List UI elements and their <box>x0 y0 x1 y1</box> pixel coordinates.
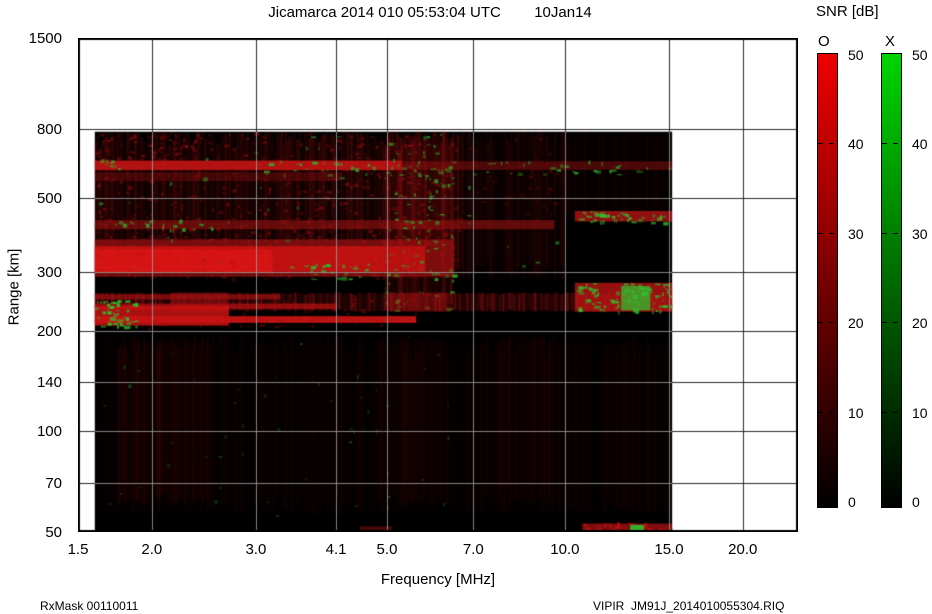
rx-mask-text: RxMask 00110011 <box>40 599 139 613</box>
colorbar-tick-mark <box>818 232 823 234</box>
y-tick-label: 70 <box>45 475 62 493</box>
y-tick-label: 200 <box>36 322 62 340</box>
colorbar-tick-mark <box>818 322 823 324</box>
x-axis-label: Frequency [MHz] <box>380 571 496 588</box>
colorbar-tick-mark <box>893 322 898 324</box>
file-info-text: VIPIR JM91J_2014010055304.RIQ <box>593 599 785 613</box>
colorbar-tick-label: 40 <box>848 136 864 153</box>
colorbar-tick-mark <box>818 411 823 413</box>
colorbar-tick-mark <box>893 411 898 413</box>
colorbar-title: SNR [dB] <box>816 3 879 20</box>
colorbar-o <box>817 53 838 508</box>
colorbar-tick-mark <box>882 322 887 324</box>
colorbar-tick-label: 50 <box>848 47 864 63</box>
colorbar-tick-mark <box>882 411 887 413</box>
x-tick-label: 3.0 <box>245 541 267 558</box>
colorbar-tick-mark <box>893 232 898 234</box>
x-tick-label: 15.0 <box>654 541 684 558</box>
colorbar-tick-label: 40 <box>912 136 928 153</box>
x-tick-label: 7.0 <box>462 541 484 558</box>
x-tick-label: 4.1 <box>325 541 347 558</box>
y-axis-label: Range [km] <box>5 248 23 326</box>
plot-title: Jicamarca 2014 010 05:53:04 UTC 10Jan14 <box>268 4 592 21</box>
y-tick-label: 300 <box>36 263 62 281</box>
colorbar-tick-mark <box>829 143 834 145</box>
y-tick-label: 800 <box>36 121 62 139</box>
colorbar-tick-mark <box>829 232 834 234</box>
x-tick-label: 5.0 <box>376 541 398 558</box>
colorbar-tick-label: 30 <box>848 225 864 242</box>
colorbar-tick-mark <box>882 232 887 234</box>
x-tick-label: 1.5 <box>67 541 89 558</box>
y-tick-label: 500 <box>36 189 62 207</box>
colorbar-tick-label: 50 <box>912 47 928 63</box>
y-tick-label: 1500 <box>28 30 62 47</box>
y-tick-label: 50 <box>45 524 62 541</box>
colorbar-tick-mark <box>882 143 887 145</box>
colorbar-tick-label: 0 <box>848 494 856 510</box>
x-tick-label: 2.0 <box>141 541 163 558</box>
colorbar-tick-mark <box>818 143 823 145</box>
x-tick-label: 20.0 <box>728 541 758 558</box>
y-tick-label: 100 <box>36 423 62 441</box>
colorbar-tick-label: 20 <box>912 315 928 332</box>
colorbar-tick-label: 0 <box>912 494 920 510</box>
x-tick-label: 10.0 <box>550 541 580 558</box>
colorbar-tick-label: 20 <box>848 315 864 332</box>
colorbar-x-label: X <box>885 33 896 50</box>
colorbar-tick-label: 10 <box>848 404 864 421</box>
colorbar-o-label: O <box>818 33 830 50</box>
colorbar-tick-label: 10 <box>912 404 928 421</box>
ionogram-viewer: Jicamarca 2014 010 05:53:04 UTC 10Jan14 … <box>0 0 932 614</box>
colorbar-tick-mark <box>829 411 834 413</box>
colorbar-tick-mark <box>829 322 834 324</box>
colorbar-tick-label: 30 <box>912 225 928 242</box>
colorbar-tick-mark <box>893 143 898 145</box>
y-tick-label: 140 <box>36 374 62 392</box>
colorbar-x <box>881 53 902 508</box>
ionogram-plot <box>78 38 798 532</box>
